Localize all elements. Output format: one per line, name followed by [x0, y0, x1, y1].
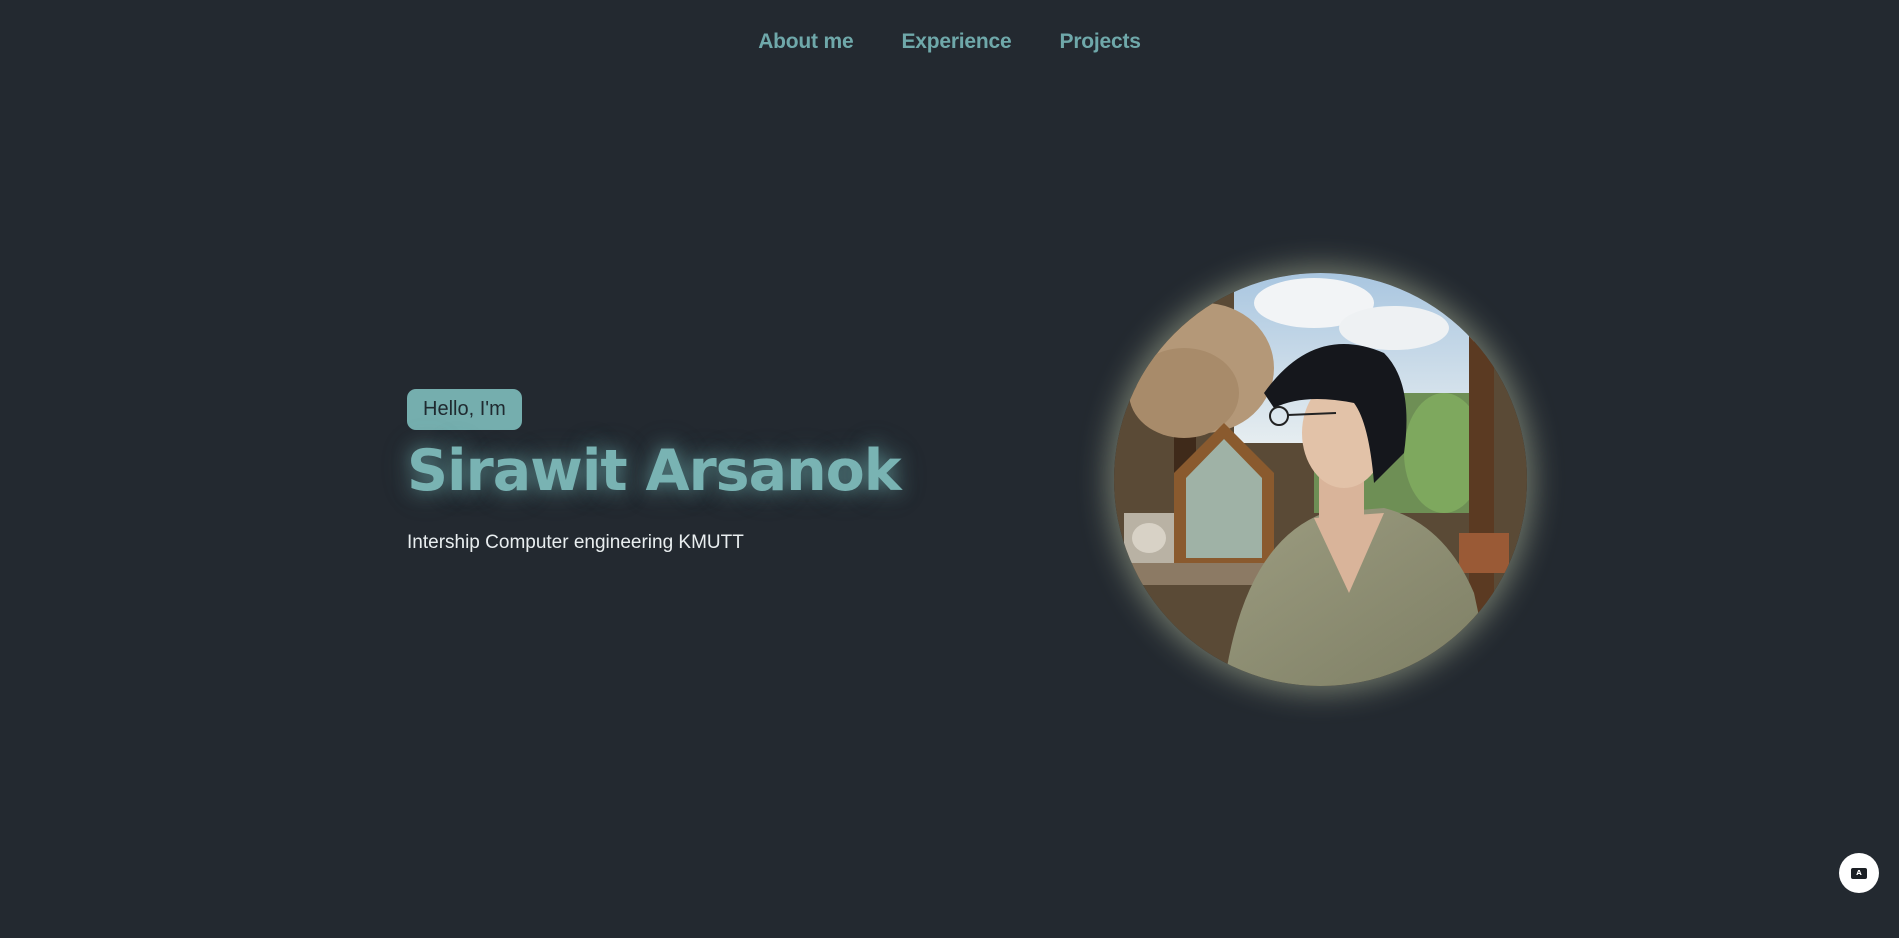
hero-subtitle: Intership Computer engineering KMUTT	[407, 532, 744, 553]
greeting-badge: Hello, I'm	[407, 389, 522, 430]
nav-experience[interactable]: Experience	[901, 30, 1011, 54]
profile-photo	[1114, 273, 1527, 686]
translate-button[interactable]: A	[1839, 853, 1879, 893]
profile-photo-illustration	[1114, 273, 1527, 686]
nav-about-me[interactable]: About me	[758, 30, 853, 54]
top-nav: About me Experience Projects	[0, 30, 1899, 54]
hero-name: Sirawit Arsanok	[407, 438, 902, 504]
nav-projects[interactable]: Projects	[1060, 30, 1141, 54]
translate-icon: A	[1851, 867, 1867, 879]
hero-intro: Hello, I'm Sirawit Arsanok Intership Com…	[407, 389, 902, 554]
